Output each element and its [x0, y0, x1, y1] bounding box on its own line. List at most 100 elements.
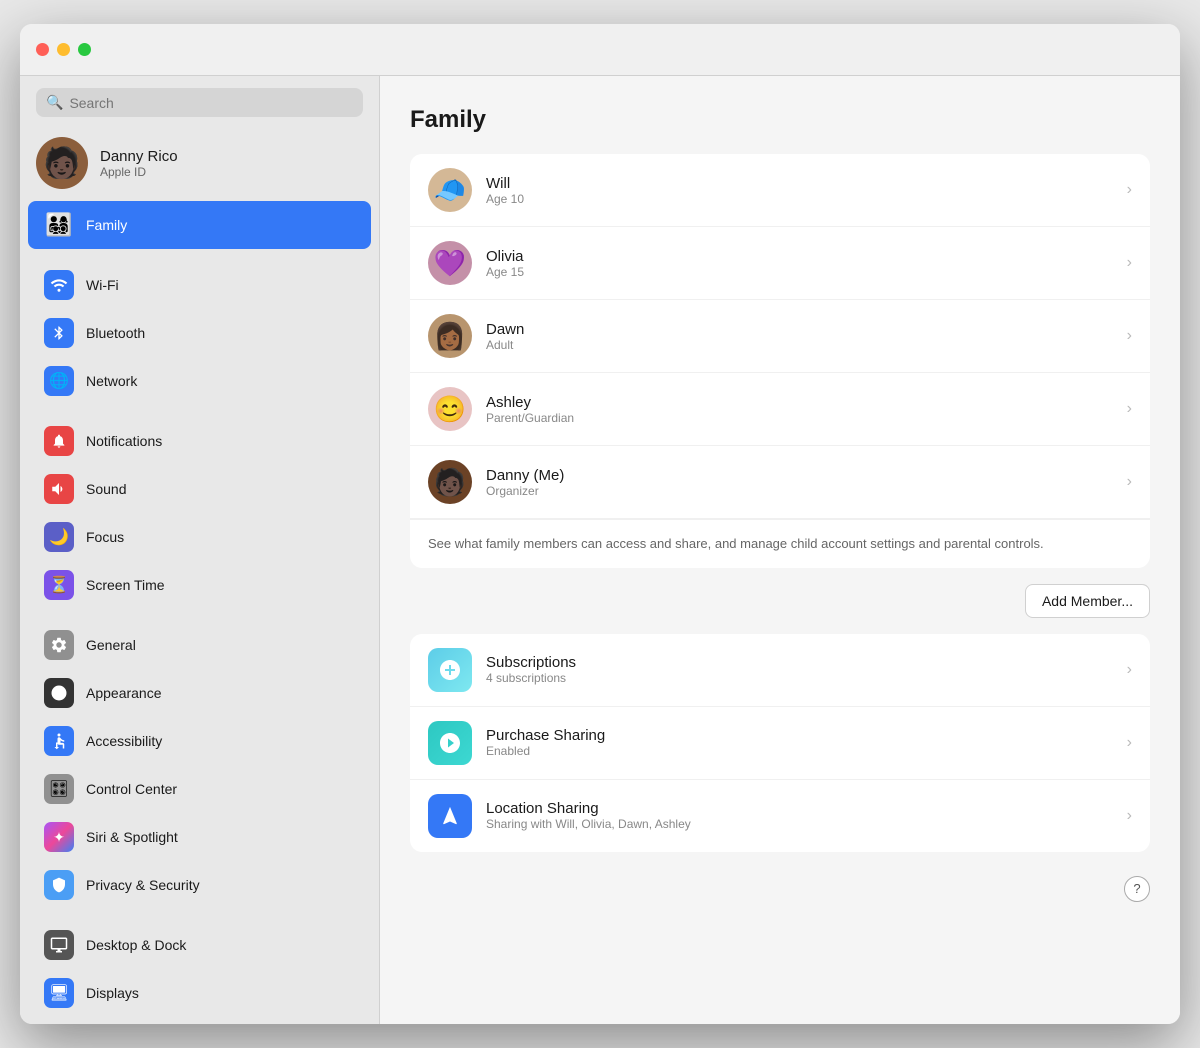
sidebar-item-label: Accessibility	[86, 733, 162, 749]
members-card: 🧢 Will Age 10 › 💜 Olivia Age 15	[410, 154, 1150, 568]
sidebar-item-screentime[interactable]: ⏳ Screen Time	[28, 561, 371, 609]
member-subtitle-will: Age 10	[486, 192, 1113, 206]
wifi-icon	[44, 270, 74, 300]
sidebar-item-displays[interactable]: 🖥 Displays	[28, 969, 371, 1017]
page-title: Family	[410, 106, 1150, 134]
siri-icon: ✦	[44, 822, 74, 852]
chevron-icon: ›	[1127, 400, 1132, 418]
sidebar-item-wifi[interactable]: Wi-Fi	[28, 261, 371, 309]
sidebar-item-label: Siri & Spotlight	[86, 829, 178, 845]
chevron-icon: ›	[1127, 661, 1132, 679]
location-icon	[428, 794, 472, 838]
controlcenter-icon: 🎛	[44, 774, 74, 804]
sidebar-item-appearance[interactable]: Appearance	[28, 669, 371, 717]
service-row-subscriptions[interactable]: Subscriptions 4 subscriptions ›	[410, 634, 1150, 707]
search-icon: 🔍	[46, 94, 63, 111]
subscriptions-icon	[428, 648, 472, 692]
sidebar-item-family[interactable]: 👨‍👩‍👧‍👦 Family	[28, 201, 371, 249]
sound-icon	[44, 474, 74, 504]
search-box[interactable]: 🔍	[36, 88, 363, 117]
sidebar-item-desktop[interactable]: Desktop & Dock	[28, 921, 371, 969]
member-avatar-will: 🧢	[428, 168, 472, 212]
avatar: 🧑🏿	[36, 137, 88, 189]
sidebar-item-label: Notifications	[86, 433, 162, 449]
user-name: Danny Rico	[100, 148, 178, 165]
member-subtitle-olivia: Age 15	[486, 265, 1113, 279]
sidebar-item-label: Wi-Fi	[86, 277, 119, 293]
sidebar-item-general[interactable]: General	[28, 621, 371, 669]
fullscreen-button[interactable]	[78, 43, 91, 56]
sidebar-item-network[interactable]: 🌐 Network	[28, 357, 371, 405]
add-member-row: Add Member...	[410, 584, 1150, 618]
sidebar-item-label: Appearance	[86, 685, 162, 701]
minimize-button[interactable]	[57, 43, 70, 56]
service-name-purchase: Purchase Sharing	[486, 727, 1113, 744]
sidebar-item-accessibility[interactable]: Accessibility	[28, 717, 371, 765]
sidebar-item-focus[interactable]: 🌙 Focus	[28, 513, 371, 561]
member-name-dawn: Dawn	[486, 321, 1113, 338]
service-row-purchase[interactable]: Purchase Sharing Enabled ›	[410, 707, 1150, 780]
sidebar-item-label: Focus	[86, 529, 124, 545]
traffic-lights	[36, 43, 91, 56]
member-info-ashley: Ashley Parent/Guardian	[486, 394, 1113, 425]
description-text: See what family members can access and s…	[410, 519, 1150, 568]
sidebar-item-label: Control Center	[86, 781, 177, 797]
chevron-icon: ›	[1127, 807, 1132, 825]
service-info-location: Location Sharing Sharing with Will, Oliv…	[486, 800, 1113, 831]
user-info: Danny Rico Apple ID	[100, 148, 178, 179]
search-input[interactable]	[69, 95, 353, 111]
chevron-icon: ›	[1127, 473, 1132, 491]
sidebar-item-label: Family	[86, 217, 127, 233]
add-member-button[interactable]: Add Member...	[1025, 584, 1150, 618]
member-row-will[interactable]: 🧢 Will Age 10 ›	[410, 154, 1150, 227]
service-info-purchase: Purchase Sharing Enabled	[486, 727, 1113, 758]
member-name-ashley: Ashley	[486, 394, 1113, 411]
sidebar-item-bluetooth[interactable]: Bluetooth	[28, 309, 371, 357]
member-subtitle-ashley: Parent/Guardian	[486, 411, 1113, 425]
privacy-icon	[44, 870, 74, 900]
sidebar-item-label: Network	[86, 373, 137, 389]
main-content: Family 🧢 Will Age 10 › 💜	[380, 76, 1180, 1024]
user-subtitle: Apple ID	[100, 165, 178, 179]
member-info-will: Will Age 10	[486, 175, 1113, 206]
chevron-icon: ›	[1127, 327, 1132, 345]
service-info-subscriptions: Subscriptions 4 subscriptions	[486, 654, 1113, 685]
service-subtitle-subscriptions: 4 subscriptions	[486, 671, 1113, 685]
sidebar-item-notifications[interactable]: Notifications	[28, 417, 371, 465]
sidebar: 🔍 🧑🏿 Danny Rico Apple ID 👨‍👩‍👧‍👦	[20, 76, 380, 1024]
sidebar-item-siri[interactable]: ✦ Siri & Spotlight	[28, 813, 371, 861]
member-subtitle-dawn: Adult	[486, 338, 1113, 352]
general-icon	[44, 630, 74, 660]
content-area: 🔍 🧑🏿 Danny Rico Apple ID 👨‍👩‍👧‍👦	[20, 76, 1180, 1024]
sidebar-item-label: Screen Time	[86, 577, 165, 593]
services-card: Subscriptions 4 subscriptions › Purchase…	[410, 634, 1150, 852]
member-row-ashley[interactable]: 😊 Ashley Parent/Guardian ›	[410, 373, 1150, 446]
service-subtitle-location: Sharing with Will, Olivia, Dawn, Ashley	[486, 817, 1113, 831]
network-icon: 🌐	[44, 366, 74, 396]
member-name-olivia: Olivia	[486, 248, 1113, 265]
member-info-danny: Danny (Me) Organizer	[486, 467, 1113, 498]
member-row-olivia[interactable]: 💜 Olivia Age 15 ›	[410, 227, 1150, 300]
sidebar-item-sound[interactable]: Sound	[28, 465, 371, 513]
help-button[interactable]: ?	[1124, 876, 1150, 902]
member-row-dawn[interactable]: 👩🏾 Dawn Adult ›	[410, 300, 1150, 373]
user-profile[interactable]: 🧑🏿 Danny Rico Apple ID	[20, 125, 379, 201]
sidebar-item-controlcenter[interactable]: 🎛 Control Center	[28, 765, 371, 813]
chevron-icon: ›	[1127, 181, 1132, 199]
close-button[interactable]	[36, 43, 49, 56]
titlebar	[20, 24, 1180, 76]
sidebar-item-label: Bluetooth	[86, 325, 145, 341]
member-info-dawn: Dawn Adult	[486, 321, 1113, 352]
member-row-danny[interactable]: 🧑🏿 Danny (Me) Organizer ›	[410, 446, 1150, 519]
appearance-icon	[44, 678, 74, 708]
member-avatar-dawn: 👩🏾	[428, 314, 472, 358]
sidebar-item-label: Privacy & Security	[86, 877, 200, 893]
sidebar-item-privacy[interactable]: Privacy & Security	[28, 861, 371, 909]
member-avatar-olivia: 💜	[428, 241, 472, 285]
screentime-icon: ⏳	[44, 570, 74, 600]
focus-icon: 🌙	[44, 522, 74, 552]
sidebar-item-label: Desktop & Dock	[86, 937, 186, 953]
service-row-location[interactable]: Location Sharing Sharing with Will, Oliv…	[410, 780, 1150, 852]
desktop-icon	[44, 930, 74, 960]
service-name-location: Location Sharing	[486, 800, 1113, 817]
